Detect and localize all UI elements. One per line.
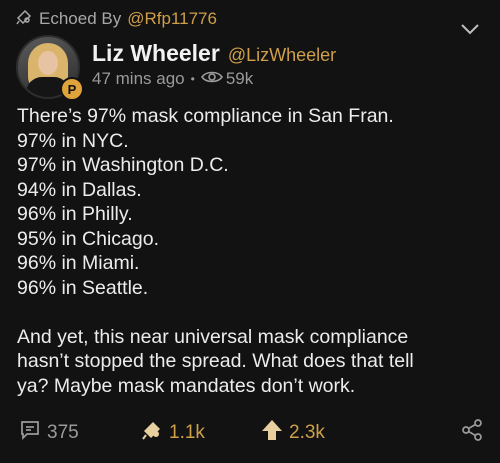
echo-count: 1.1k [169,422,205,443]
echoed-by-label: Echoed By [39,9,122,28]
post-line: ya? Maybe mask mandates don’t work. [17,374,356,397]
author-name[interactable]: Liz Wheeler [92,40,220,67]
view-count-value: 59k [225,69,254,88]
post-body: There’s 97% mask compliance in San Fran.… [17,104,487,398]
echo-megaphone-icon [140,418,164,448]
comment-icon [18,418,42,448]
post-line: 94% in Dallas. [17,178,142,201]
post-line: 96% in Seattle. [17,276,149,299]
chevron-down-icon[interactable] [460,22,480,40]
post-line: hasn’t stopped the spread. What does tha… [17,350,414,372]
echo-button[interactable]: 1.1k [140,418,205,448]
megaphone-icon [15,8,33,31]
post-line: 97% in NYC. [17,129,129,152]
upvote-arrow-icon [260,418,284,448]
echoed-by-row: Echoed By @Rfp11776 [15,8,217,30]
upvote-count: 2.3k [289,422,325,443]
post-line: 96% in Miami. [17,252,140,274]
meta-separator: • [190,72,195,86]
view-count: 59k [200,69,254,89]
post-line: There’s 97% mask compliance in San Fran. [17,105,394,127]
echoed-by-handle[interactable]: @Rfp11776 [127,9,217,29]
post-line: 95% in Chicago. [17,227,160,250]
upvote-button[interactable]: 2.3k [260,418,325,448]
share-button[interactable] [460,418,484,448]
post-line: And yet, this near universal mask compli… [17,325,409,348]
post-line: 96% in Philly. [17,203,133,225]
post-meta: 47 mins ago • 59k [92,69,253,89]
post-line: 97% in Washington D.C. [17,154,229,176]
comment-button[interactable]: 375 [18,418,79,448]
paragraph-break [17,300,487,325]
author-avatar[interactable]: P [16,35,84,101]
author-row: Liz Wheeler @LizWheeler [92,40,336,67]
share-icon [460,418,484,448]
post-time: 47 mins ago [92,69,185,88]
comment-count: 375 [47,422,79,443]
parler-badge-icon: P [60,77,84,101]
eye-icon [200,69,223,89]
action-bar: 375 1.1k 2.3k [0,418,500,448]
author-handle[interactable]: @LizWheeler [228,45,336,66]
